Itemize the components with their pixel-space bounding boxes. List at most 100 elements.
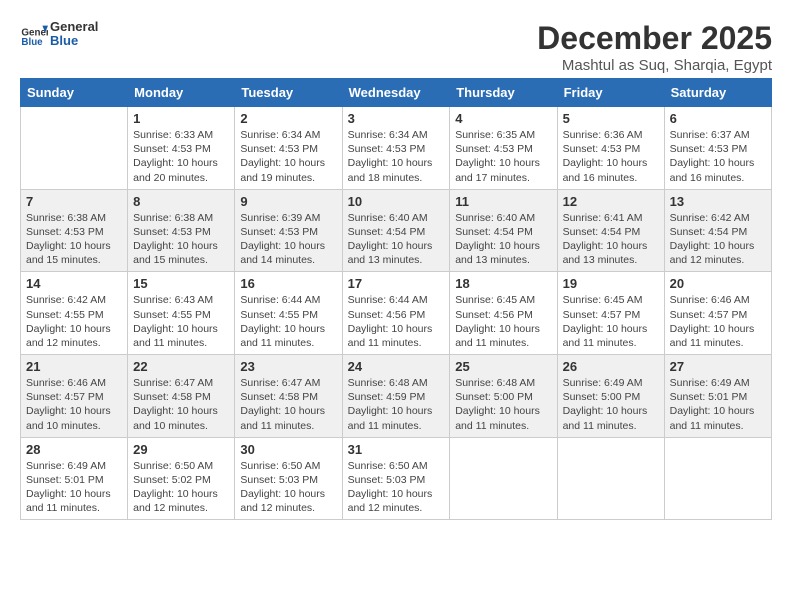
- day-info: Sunrise: 6:44 AM Sunset: 4:56 PM Dayligh…: [348, 293, 445, 350]
- sunset-time: Sunset: 4:53 PM: [133, 143, 211, 155]
- calendar-cell: 13 Sunrise: 6:42 AM Sunset: 4:54 PM Dayl…: [664, 189, 771, 272]
- day-info: Sunrise: 6:47 AM Sunset: 4:58 PM Dayligh…: [133, 376, 229, 433]
- sunrise-time: Sunrise: 6:42 AM: [26, 294, 106, 306]
- column-header-tuesday: Tuesday: [235, 79, 342, 107]
- sunset-time: Sunset: 5:01 PM: [26, 474, 104, 486]
- sunset-time: Sunset: 4:57 PM: [563, 309, 641, 321]
- day-info: Sunrise: 6:43 AM Sunset: 4:55 PM Dayligh…: [133, 293, 229, 350]
- sunrise-time: Sunrise: 6:47 AM: [133, 377, 213, 389]
- day-number: 23: [240, 359, 336, 374]
- column-header-thursday: Thursday: [450, 79, 557, 107]
- day-number: 26: [563, 359, 659, 374]
- day-number: 5: [563, 111, 659, 126]
- day-info: Sunrise: 6:34 AM Sunset: 4:53 PM Dayligh…: [348, 128, 445, 185]
- daylight-hours: Daylight: 10 hours and 13 minutes.: [348, 240, 433, 266]
- sunrise-time: Sunrise: 6:50 AM: [240, 460, 320, 472]
- day-info: Sunrise: 6:49 AM Sunset: 5:01 PM Dayligh…: [26, 459, 122, 516]
- sunrise-time: Sunrise: 6:38 AM: [133, 212, 213, 224]
- daylight-hours: Daylight: 10 hours and 11 minutes.: [133, 323, 218, 349]
- sunrise-time: Sunrise: 6:48 AM: [455, 377, 535, 389]
- logo-icon: General Blue: [20, 20, 48, 48]
- daylight-hours: Daylight: 10 hours and 11 minutes.: [455, 323, 540, 349]
- sunrise-time: Sunrise: 6:45 AM: [455, 294, 535, 306]
- sunrise-time: Sunrise: 6:36 AM: [563, 129, 643, 141]
- sunrise-time: Sunrise: 6:50 AM: [133, 460, 213, 472]
- sunset-time: Sunset: 4:58 PM: [133, 391, 211, 403]
- day-info: Sunrise: 6:37 AM Sunset: 4:53 PM Dayligh…: [670, 128, 766, 185]
- calendar-cell: 1 Sunrise: 6:33 AM Sunset: 4:53 PM Dayli…: [128, 107, 235, 190]
- day-number: 18: [455, 276, 551, 291]
- sunset-time: Sunset: 5:03 PM: [240, 474, 318, 486]
- calendar-cell: 12 Sunrise: 6:41 AM Sunset: 4:54 PM Dayl…: [557, 189, 664, 272]
- sunrise-time: Sunrise: 6:37 AM: [670, 129, 750, 141]
- page-header: General Blue General Blue December 2025 …: [20, 20, 772, 74]
- calendar-cell: [450, 437, 557, 520]
- sunrise-time: Sunrise: 6:43 AM: [133, 294, 213, 306]
- day-number: 19: [563, 276, 659, 291]
- day-info: Sunrise: 6:40 AM Sunset: 4:54 PM Dayligh…: [348, 211, 445, 268]
- day-info: Sunrise: 6:45 AM Sunset: 4:57 PM Dayligh…: [563, 293, 659, 350]
- sunrise-time: Sunrise: 6:35 AM: [455, 129, 535, 141]
- sunrise-time: Sunrise: 6:49 AM: [670, 377, 750, 389]
- daylight-hours: Daylight: 10 hours and 18 minutes.: [348, 157, 433, 183]
- column-header-friday: Friday: [557, 79, 664, 107]
- logo: General Blue General Blue: [20, 20, 98, 49]
- day-number: 9: [240, 194, 336, 209]
- month-title: December 2025: [537, 20, 772, 57]
- sunrise-time: Sunrise: 6:46 AM: [670, 294, 750, 306]
- daylight-hours: Daylight: 10 hours and 15 minutes.: [26, 240, 111, 266]
- logo-blue: Blue: [50, 34, 98, 48]
- day-number: 14: [26, 276, 122, 291]
- sunrise-time: Sunrise: 6:40 AM: [348, 212, 428, 224]
- day-number: 12: [563, 194, 659, 209]
- sunset-time: Sunset: 5:02 PM: [133, 474, 211, 486]
- column-header-sunday: Sunday: [21, 79, 128, 107]
- sunset-time: Sunset: 4:55 PM: [240, 309, 318, 321]
- sunset-time: Sunset: 5:00 PM: [455, 391, 533, 403]
- calendar-cell: 5 Sunrise: 6:36 AM Sunset: 4:53 PM Dayli…: [557, 107, 664, 190]
- day-number: 15: [133, 276, 229, 291]
- day-number: 10: [348, 194, 445, 209]
- title-block: December 2025 Mashtul as Suq, Sharqia, E…: [537, 20, 772, 74]
- day-info: Sunrise: 6:45 AM Sunset: 4:56 PM Dayligh…: [455, 293, 551, 350]
- daylight-hours: Daylight: 10 hours and 12 minutes.: [348, 488, 433, 514]
- day-number: 11: [455, 194, 551, 209]
- day-number: 7: [26, 194, 122, 209]
- sunrise-time: Sunrise: 6:48 AM: [348, 377, 428, 389]
- sunrise-time: Sunrise: 6:41 AM: [563, 212, 643, 224]
- calendar-cell: 26 Sunrise: 6:49 AM Sunset: 5:00 PM Dayl…: [557, 355, 664, 438]
- column-header-wednesday: Wednesday: [342, 79, 450, 107]
- day-info: Sunrise: 6:42 AM Sunset: 4:54 PM Dayligh…: [670, 211, 766, 268]
- day-number: 22: [133, 359, 229, 374]
- daylight-hours: Daylight: 10 hours and 17 minutes.: [455, 157, 540, 183]
- day-info: Sunrise: 6:46 AM Sunset: 4:57 PM Dayligh…: [670, 293, 766, 350]
- calendar-header-row: SundayMondayTuesdayWednesdayThursdayFrid…: [21, 79, 772, 107]
- day-number: 20: [670, 276, 766, 291]
- calendar-week-row: 28 Sunrise: 6:49 AM Sunset: 5:01 PM Dayl…: [21, 437, 772, 520]
- calendar-cell: 28 Sunrise: 6:49 AM Sunset: 5:01 PM Dayl…: [21, 437, 128, 520]
- sunset-time: Sunset: 4:58 PM: [240, 391, 318, 403]
- sunrise-time: Sunrise: 6:45 AM: [563, 294, 643, 306]
- sunset-time: Sunset: 4:53 PM: [240, 226, 318, 238]
- daylight-hours: Daylight: 10 hours and 16 minutes.: [670, 157, 755, 183]
- daylight-hours: Daylight: 10 hours and 12 minutes.: [26, 323, 111, 349]
- day-info: Sunrise: 6:49 AM Sunset: 5:01 PM Dayligh…: [670, 376, 766, 433]
- calendar-cell: 6 Sunrise: 6:37 AM Sunset: 4:53 PM Dayli…: [664, 107, 771, 190]
- day-info: Sunrise: 6:47 AM Sunset: 4:58 PM Dayligh…: [240, 376, 336, 433]
- calendar-week-row: 1 Sunrise: 6:33 AM Sunset: 4:53 PM Dayli…: [21, 107, 772, 190]
- calendar-cell: 30 Sunrise: 6:50 AM Sunset: 5:03 PM Dayl…: [235, 437, 342, 520]
- day-number: 1: [133, 111, 229, 126]
- day-info: Sunrise: 6:50 AM Sunset: 5:03 PM Dayligh…: [240, 459, 336, 516]
- day-info: Sunrise: 6:36 AM Sunset: 4:53 PM Dayligh…: [563, 128, 659, 185]
- daylight-hours: Daylight: 10 hours and 13 minutes.: [455, 240, 540, 266]
- sunrise-time: Sunrise: 6:44 AM: [348, 294, 428, 306]
- sunrise-time: Sunrise: 6:44 AM: [240, 294, 320, 306]
- sunrise-time: Sunrise: 6:38 AM: [26, 212, 106, 224]
- daylight-hours: Daylight: 10 hours and 11 minutes.: [348, 323, 433, 349]
- calendar-cell: 10 Sunrise: 6:40 AM Sunset: 4:54 PM Dayl…: [342, 189, 450, 272]
- sunrise-time: Sunrise: 6:49 AM: [26, 460, 106, 472]
- daylight-hours: Daylight: 10 hours and 11 minutes.: [240, 405, 325, 431]
- column-header-monday: Monday: [128, 79, 235, 107]
- calendar-cell: 27 Sunrise: 6:49 AM Sunset: 5:01 PM Dayl…: [664, 355, 771, 438]
- sunset-time: Sunset: 5:03 PM: [348, 474, 426, 486]
